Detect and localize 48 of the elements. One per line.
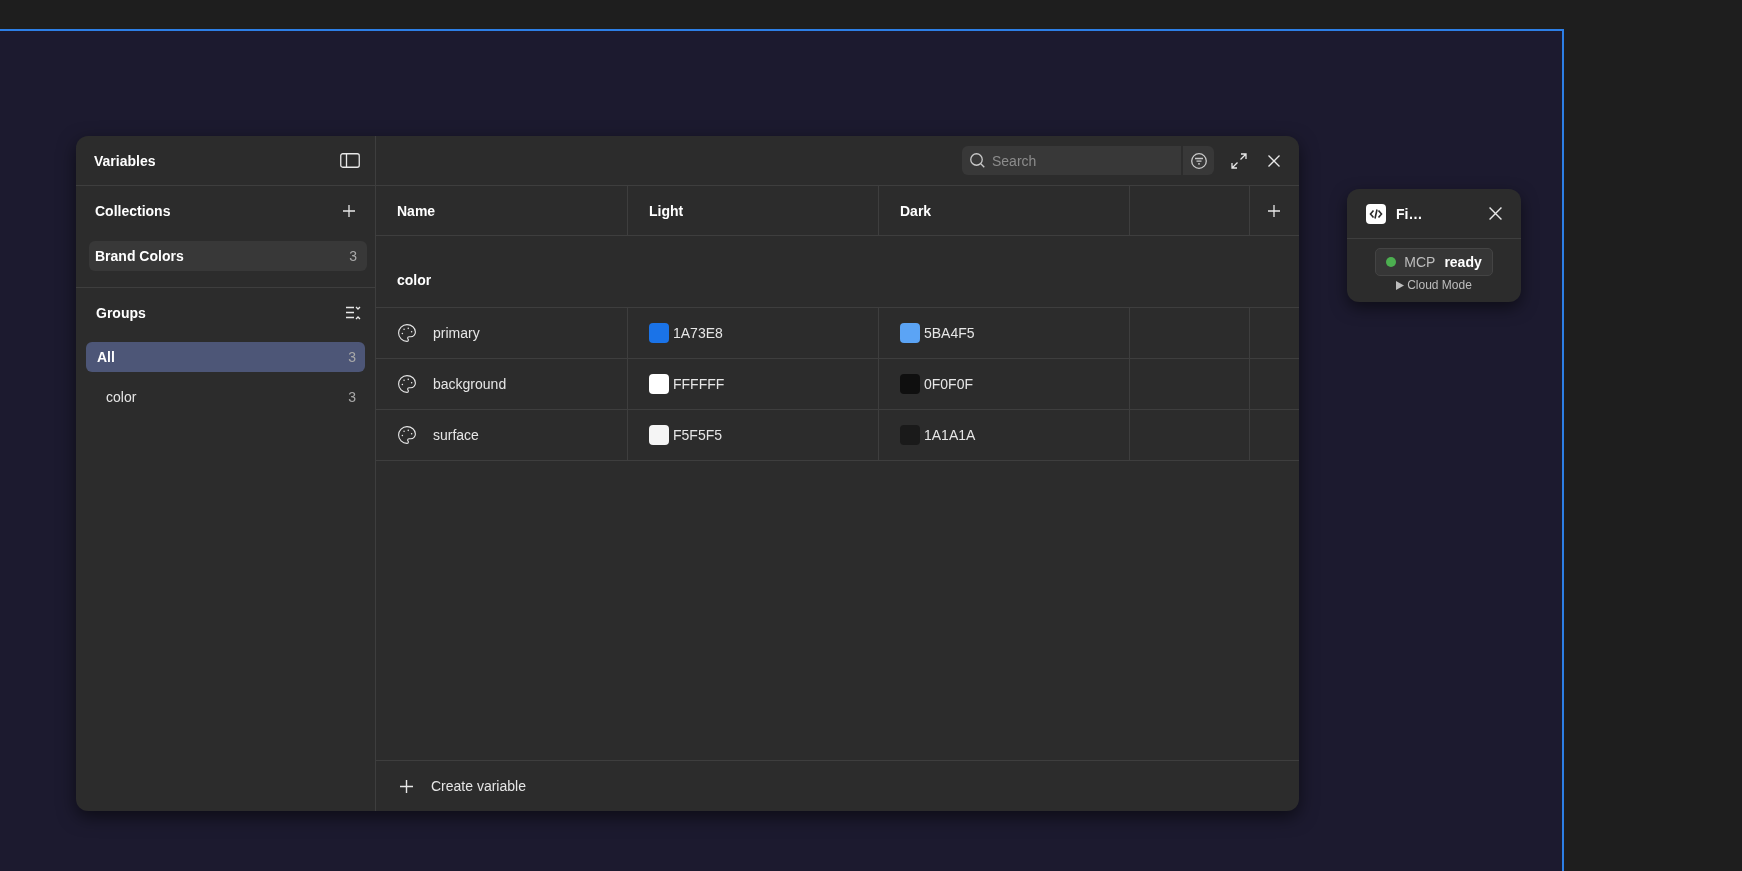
close-icon[interactable] [1268, 154, 1280, 167]
create-variable-button[interactable]: Create variable [400, 778, 526, 794]
variable-name[interactable]: primary [433, 325, 480, 341]
panel-title: Variables [94, 152, 156, 169]
section-title: Collections [95, 203, 171, 219]
item-count: 3 [348, 349, 356, 365]
palette-icon [398, 324, 416, 342]
palette-icon [398, 375, 416, 393]
section-title: Groups [96, 304, 146, 321]
code-icon [1366, 203, 1386, 224]
column-header[interactable]: Light [628, 186, 879, 235]
search-icon [970, 153, 985, 168]
column-header[interactable]: Name [376, 186, 628, 235]
color-value[interactable]: 1A73E8 [673, 325, 723, 341]
cloud-mode-toggle[interactable]: Cloud Mode [1396, 278, 1472, 292]
variable-name[interactable]: background [433, 376, 507, 392]
expand-icon[interactable] [1231, 152, 1247, 169]
color-swatch-icon[interactable] [900, 323, 920, 343]
group-item[interactable]: All 3 [86, 342, 365, 372]
status-value: ready [1444, 254, 1482, 270]
group-heading: color [397, 272, 432, 289]
collection-item[interactable]: Brand Colors 3 [89, 241, 367, 271]
color-value[interactable]: 5BA4F5 [924, 325, 975, 341]
item-count: 3 [348, 389, 356, 405]
color-swatch-icon[interactable] [649, 374, 669, 394]
palette-icon [398, 426, 416, 444]
status-label: MCP [1404, 254, 1436, 270]
filter-button[interactable] [1183, 146, 1214, 175]
color-swatch-icon[interactable] [900, 374, 920, 394]
variable-name[interactable]: surface [433, 427, 479, 443]
color-swatch-icon[interactable] [649, 425, 669, 445]
filter-icon[interactable] [1190, 152, 1207, 169]
panel-icon[interactable] [340, 153, 360, 168]
widget-title: Fi… [1396, 205, 1424, 222]
color-value[interactable]: 0F0F0F [924, 376, 973, 392]
close-icon[interactable] [1489, 207, 1502, 220]
list-icon[interactable] [346, 305, 361, 320]
plus-icon[interactable] [1268, 204, 1280, 217]
search-field[interactable]: Search [962, 146, 1181, 175]
column-header[interactable]: Dark [879, 186, 1130, 235]
color-swatch-icon[interactable] [649, 323, 669, 343]
color-value[interactable]: FFFFFF [673, 376, 725, 392]
item-count: 3 [349, 248, 357, 264]
color-value[interactable]: 1A1A1A [924, 427, 976, 443]
plus-icon [400, 779, 413, 793]
group-item[interactable]: color 3 [86, 382, 365, 412]
plus-icon[interactable] [343, 205, 355, 217]
color-value[interactable]: F5F5F5 [673, 427, 722, 443]
